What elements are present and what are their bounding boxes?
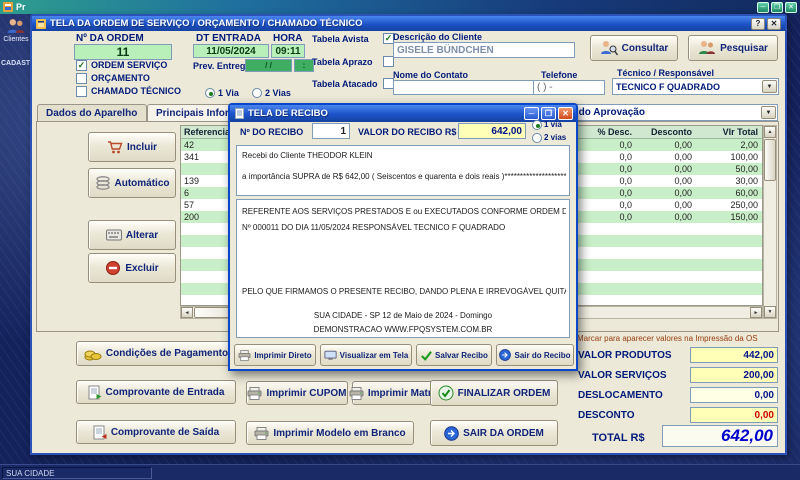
visualizar-tela-button[interactable]: Visualizar em Tela xyxy=(320,344,412,366)
receipt-icon xyxy=(235,108,244,119)
recibo-line: a importância SUPRA de R$ 642,00 ( Seisc… xyxy=(242,172,566,181)
recibo-line: REFERENTE AOS SERVIÇOS PRESTADOS E ou EX… xyxy=(242,207,566,216)
recibo-dialog: TELA DE RECIBO ─ ❐ ✕ Nº DO RECIBO 1 VALO… xyxy=(0,0,800,480)
sair-recibo-button[interactable]: Sair do Recibo xyxy=(496,344,574,366)
recibo-line: Nº 000011 DO DIA 11/05/2024 RESPONSÁVEL … xyxy=(242,223,506,232)
recibo-line: PELO QUE FIRMAMOS O PRESENTE RECIBO, DAN… xyxy=(242,287,566,296)
recibo-via2-radio[interactable] xyxy=(532,133,542,143)
recibo-title: TELA DE RECIBO xyxy=(248,108,328,119)
recibo-line: Recebi do Cliente THEODOR KLEIN xyxy=(242,151,373,160)
recibo-via2-label: 2 vias xyxy=(544,133,567,142)
salvar-recibo-label: Salvar Recibo xyxy=(435,350,488,360)
sair-recibo-label: Sair do Recibo xyxy=(514,350,571,360)
dialog-maximize-button[interactable]: ❐ xyxy=(541,107,556,120)
dialog-minimize-button[interactable]: ─ xyxy=(524,107,539,120)
recibo-via1-label: 1 via xyxy=(544,120,562,129)
recibo-city-date-line: SUA CIDADE - SP 12 de Maio de 2024 - Dom… xyxy=(313,311,493,320)
recibo-via1-radio[interactable] xyxy=(532,120,542,130)
visualizar-tela-label: Visualizar em Tela xyxy=(339,350,409,360)
imprimir-direto-button[interactable]: Imprimir Direto xyxy=(234,344,316,366)
salvar-recibo-button[interactable]: Salvar Recibo xyxy=(416,344,492,366)
dialog-close-button[interactable]: ✕ xyxy=(558,107,573,120)
check-icon xyxy=(420,350,432,361)
recibo-valor-label: VALOR DO RECIBO R$ xyxy=(358,127,457,137)
preview-screen-icon xyxy=(324,350,337,361)
recibo-demo-line: DEMONSTRACAO WWW.FPQSYSTEM.COM.BR xyxy=(313,325,493,334)
recibo-valor-field[interactable]: 642,00 xyxy=(458,123,526,139)
desktop: Pr ─ ❐ ✕ Clientes CADASTROS SUA CIDADE xyxy=(0,0,800,480)
exit-icon xyxy=(499,349,512,361)
printer-icon xyxy=(238,349,251,361)
imprimir-direto-label: Imprimir Direto xyxy=(254,350,312,360)
recibo-num-field[interactable]: 1 xyxy=(312,123,350,139)
recibo-num-label: Nº DO RECIBO xyxy=(240,127,304,137)
